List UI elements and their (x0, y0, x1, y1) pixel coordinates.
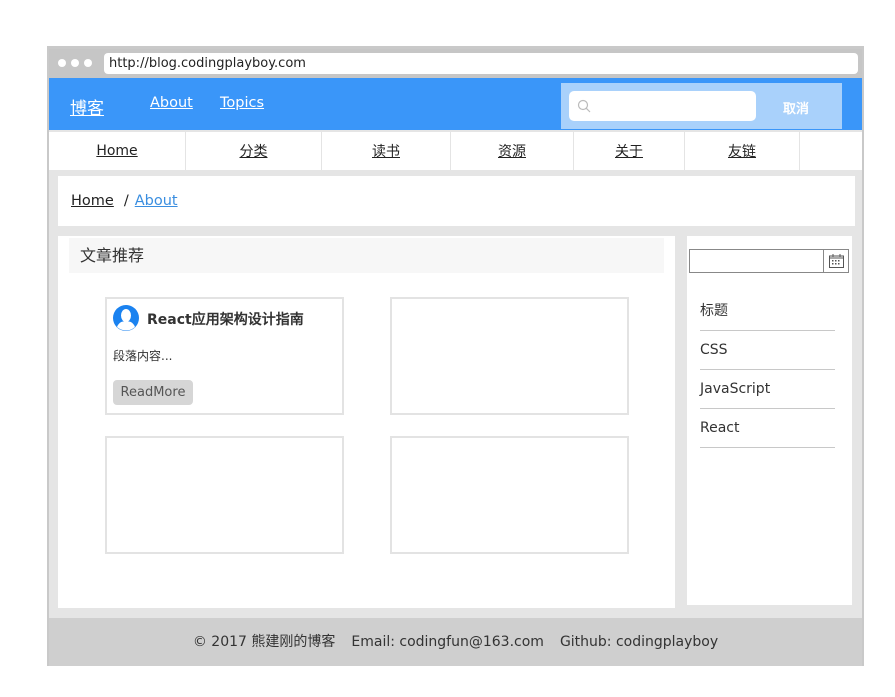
site-header: 博客 About Topics 取消 (49, 78, 862, 130)
footer-email: Email: codingfun@163.com (351, 634, 544, 650)
browser-chrome: http://blog.codingplayboy.com (49, 49, 862, 78)
window-dot-icon[interactable] (84, 59, 92, 67)
sidebar-item-title[interactable]: 标题 (700, 292, 835, 331)
footer-copyright: © 2017 熊建刚的博客 (192, 634, 336, 650)
calendar-button[interactable] (823, 250, 848, 272)
main-nav: Home 分类 读书 资源 关于 友链 (49, 132, 862, 170)
article-card: React应用架构设计指南 段落内容... ReadMore (105, 297, 344, 415)
nav-item-resources[interactable]: 资源 (451, 132, 574, 170)
sidebar: 标题 CSS JavaScript React (687, 236, 852, 605)
sidebar-item-javascript[interactable]: JavaScript (700, 370, 835, 409)
brand-link[interactable]: 博客 (70, 94, 104, 119)
section-title: 文章推荐 (69, 238, 664, 273)
nav-item-links[interactable]: 友链 (685, 132, 800, 170)
article-card (105, 436, 344, 554)
footer-github: Github: codingplayboy (559, 634, 719, 650)
readmore-button[interactable]: ReadMore (113, 380, 193, 405)
browser-window: http://blog.codingplayboy.com 博客 About T… (47, 46, 864, 666)
search-icon (577, 99, 591, 113)
sidebar-item-css[interactable]: CSS (700, 331, 835, 370)
breadcrumb-home[interactable]: Home (71, 193, 114, 209)
calendar-icon (828, 254, 844, 268)
search-bar: 取消 (561, 83, 842, 129)
nav-item-category[interactable]: 分类 (186, 132, 322, 170)
nav-item-reading[interactable]: 读书 (322, 132, 451, 170)
cancel-button[interactable]: 取消 (783, 98, 809, 117)
article-card (390, 297, 629, 415)
address-bar[interactable]: http://blog.codingplayboy.com (104, 53, 858, 74)
nav-item-home[interactable]: Home (49, 132, 186, 170)
sidebar-list: 标题 CSS JavaScript React (700, 292, 835, 448)
breadcrumb-separator: / (123, 193, 129, 209)
window-dot-icon[interactable] (71, 59, 79, 67)
site-footer: © 2017 熊建刚的博客 Email: codingfun@163.com Git… (49, 618, 862, 666)
nav-item-about[interactable]: 关于 (574, 132, 685, 170)
search-input[interactable] (569, 91, 756, 121)
breadcrumb: Home / About (58, 176, 855, 226)
user-avatar-icon (113, 305, 139, 331)
sidebar-item-react[interactable]: React (700, 409, 835, 448)
date-picker[interactable] (689, 249, 849, 273)
window-dot-icon[interactable] (58, 59, 66, 67)
header-link-about[interactable]: About (150, 95, 193, 111)
header-link-topics[interactable]: Topics (220, 95, 264, 111)
breadcrumb-current[interactable]: About (135, 193, 178, 209)
article-card (390, 436, 629, 554)
nav-item-empty[interactable] (800, 132, 862, 170)
main-content: 文章推荐 React应用架构设计指南 段落内容... ReadMore (58, 236, 675, 608)
card-title[interactable]: React应用架构设计指南 (147, 309, 304, 329)
card-text: 段落内容... (113, 349, 173, 363)
